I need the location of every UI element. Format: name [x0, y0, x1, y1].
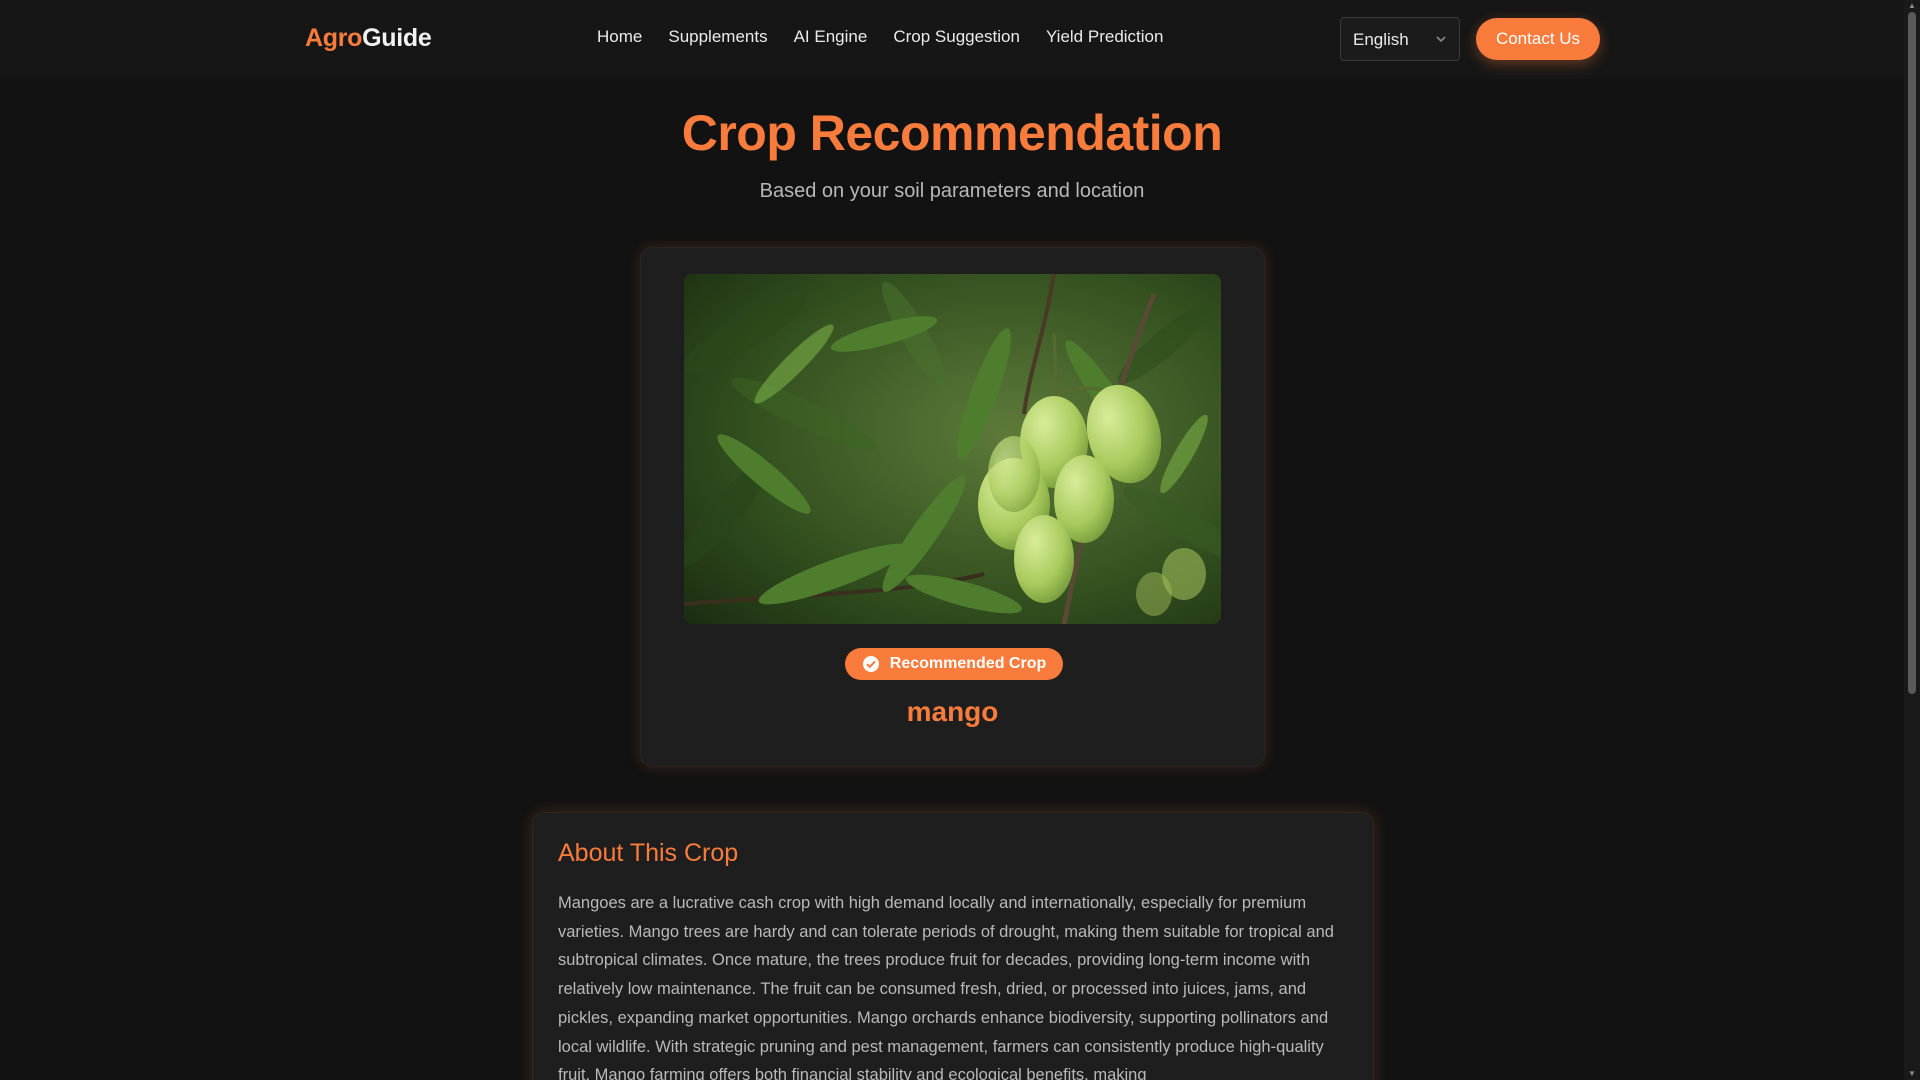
- recommendation-card: Recommended Crop mango: [640, 247, 1265, 767]
- nav-link-crop-suggestion[interactable]: Crop Suggestion: [893, 27, 1020, 47]
- logo-rest-text: Guide: [362, 24, 432, 52]
- page: AgroGuide Home Supplements AI Engine Cro…: [0, 0, 1920, 1080]
- chevron-down-icon: [1436, 36, 1446, 43]
- about-title: About This Crop: [558, 839, 739, 867]
- nav-link-supplements[interactable]: Supplements: [668, 27, 767, 47]
- recommended-crop-name: mango: [906, 696, 999, 727]
- nav-links: Home Supplements AI Engine Crop Suggesti…: [597, 27, 1163, 47]
- logo-accent-text: Agro: [305, 24, 363, 52]
- language-select-value: English: [1353, 30, 1409, 49]
- page-scrollbar[interactable]: ▲ ▼: [1904, 0, 1920, 1080]
- nav-link-yield-prediction[interactable]: Yield Prediction: [1046, 27, 1164, 47]
- scroll-up-icon[interactable]: ▲: [1908, 2, 1916, 10]
- about-text: Mangoes are a lucrative cash crop with h…: [558, 894, 1334, 1080]
- badge-label: Recommended Crop: [889, 655, 1047, 672]
- check-circle-icon: [862, 656, 879, 672]
- contact-button[interactable]: Contact Us: [1476, 18, 1600, 60]
- recommended-badge: Recommended Crop: [845, 648, 1063, 680]
- scroll-thumb[interactable]: [1908, 12, 1916, 694]
- mango-tree-illustration: [684, 274, 1221, 624]
- navbar: AgroGuide Home Supplements AI Engine Cro…: [0, 0, 1904, 78]
- page-subtitle: Based on your soil parameters and locati…: [759, 180, 1145, 202]
- language-select[interactable]: English: [1340, 17, 1460, 61]
- nav-link-home[interactable]: Home: [597, 27, 642, 47]
- logo[interactable]: AgroGuide: [305, 24, 432, 53]
- about-crop-card: About This Crop Mangoes are a lucrative …: [532, 812, 1374, 1080]
- nav-link-ai-engine[interactable]: AI Engine: [794, 27, 868, 47]
- page-title: Crop Recommendation: [681, 105, 1223, 161]
- scroll-down-icon[interactable]: ▼: [1908, 1070, 1916, 1078]
- crop-image: [684, 274, 1221, 624]
